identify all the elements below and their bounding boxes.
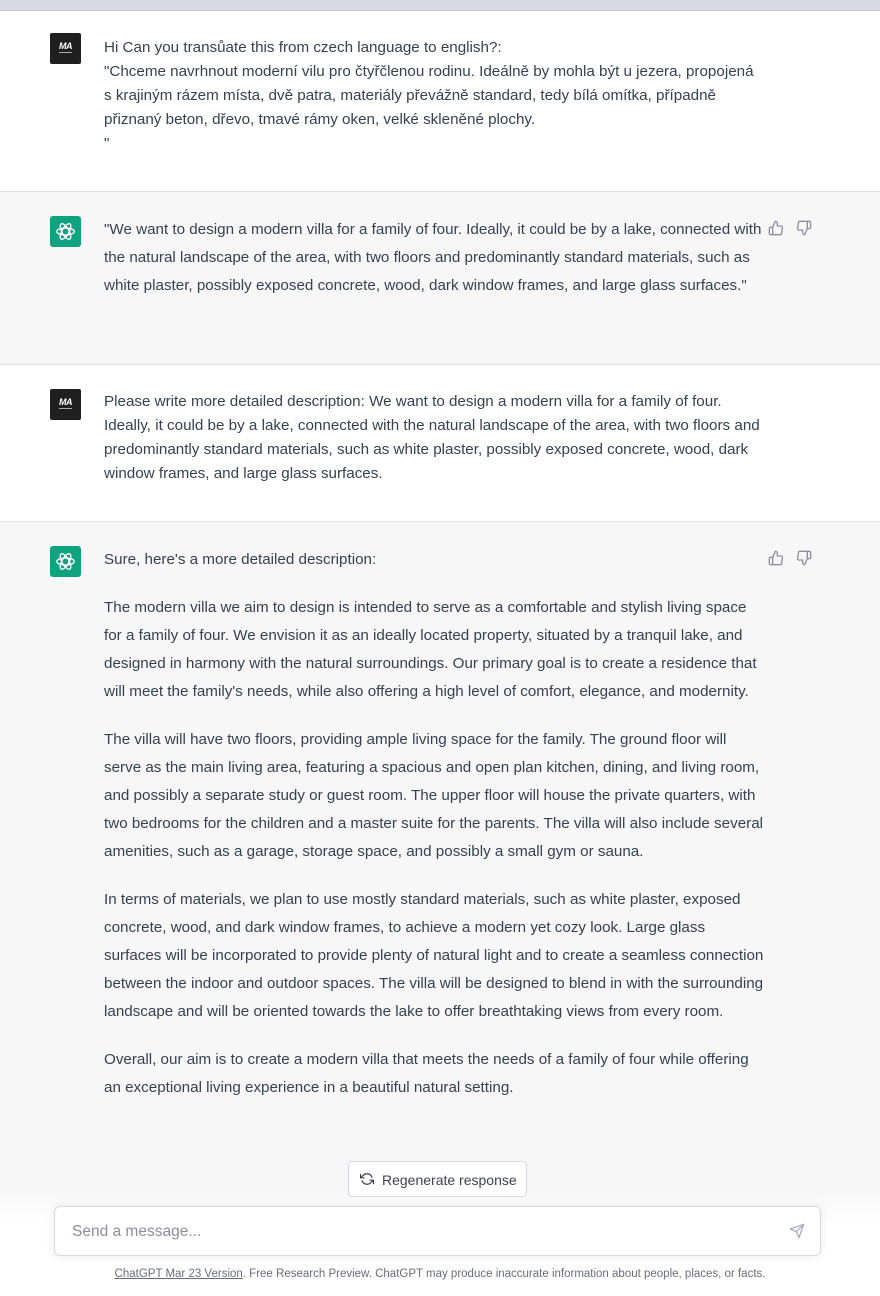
message-line: ": [104, 135, 110, 152]
message-input[interactable]: [70, 1219, 774, 1245]
thumbs-up-icon[interactable]: [768, 220, 786, 238]
openai-logo-icon: [56, 553, 75, 570]
message-paragraph: Overall, our aim is to create a modern v…: [104, 1051, 749, 1096]
message-text: Sure, here's a more detailed description…: [104, 546, 764, 1122]
version-link[interactable]: ChatGPT Mar 23 Version: [115, 1268, 243, 1280]
ma-logo-icon: MA: [59, 397, 73, 407]
user-message: MA Hi Can you transůate this from czech …: [0, 11, 880, 192]
message-text: Hi Can you transůate this from czech lan…: [104, 36, 764, 156]
message-paragraph: In terms of materials, we plan to use mo…: [104, 891, 764, 1020]
send-icon[interactable]: [789, 1223, 807, 1241]
message-paragraph: "We want to design a modern villa for a …: [104, 221, 762, 294]
assistant-message: "We want to design a modern villa for a …: [0, 192, 880, 365]
top-bar: [0, 0, 880, 11]
message-text: "We want to design a modern villa for a …: [104, 216, 764, 320]
message-paragraph: The villa will have two floors, providin…: [104, 731, 764, 860]
user-message: MA Please write more detailed descriptio…: [0, 365, 880, 522]
message-paragraph: Sure, here's a more detailed description…: [104, 551, 377, 568]
regenerate-label: Regenerate response: [382, 1172, 517, 1188]
assistant-avatar: [50, 546, 81, 577]
footer-disclaimer: ChatGPT Mar 23 Version. Free Research Pr…: [0, 1268, 880, 1280]
assistant-avatar: [50, 216, 81, 247]
user-avatar: MA: [50, 389, 81, 420]
ma-logo-icon: MA: [59, 41, 73, 51]
refresh-icon: [360, 1173, 374, 1185]
feedback-buttons: [768, 220, 818, 238]
message-composer: [54, 1206, 821, 1256]
message-line: Please write more detailed description: …: [104, 393, 760, 482]
user-avatar: MA: [50, 33, 81, 64]
regenerate-response-button[interactable]: Regenerate response: [348, 1161, 527, 1197]
thumbs-up-icon[interactable]: [768, 550, 786, 568]
footer-text: . Free Research Preview. ChatGPT may pro…: [242, 1268, 766, 1280]
feedback-buttons: [768, 550, 818, 568]
thumbs-down-icon[interactable]: [796, 220, 814, 238]
message-line: "Chceme navrhnout moderní vilu pro čtyřč…: [104, 63, 754, 128]
thumbs-down-icon[interactable]: [796, 550, 814, 568]
message-text: Please write more detailed description: …: [104, 390, 764, 486]
openai-logo-icon: [56, 223, 75, 240]
message-line: Hi Can you transůate this from czech lan…: [104, 39, 502, 56]
message-paragraph: The modern villa we aim to design is int…: [104, 599, 757, 700]
